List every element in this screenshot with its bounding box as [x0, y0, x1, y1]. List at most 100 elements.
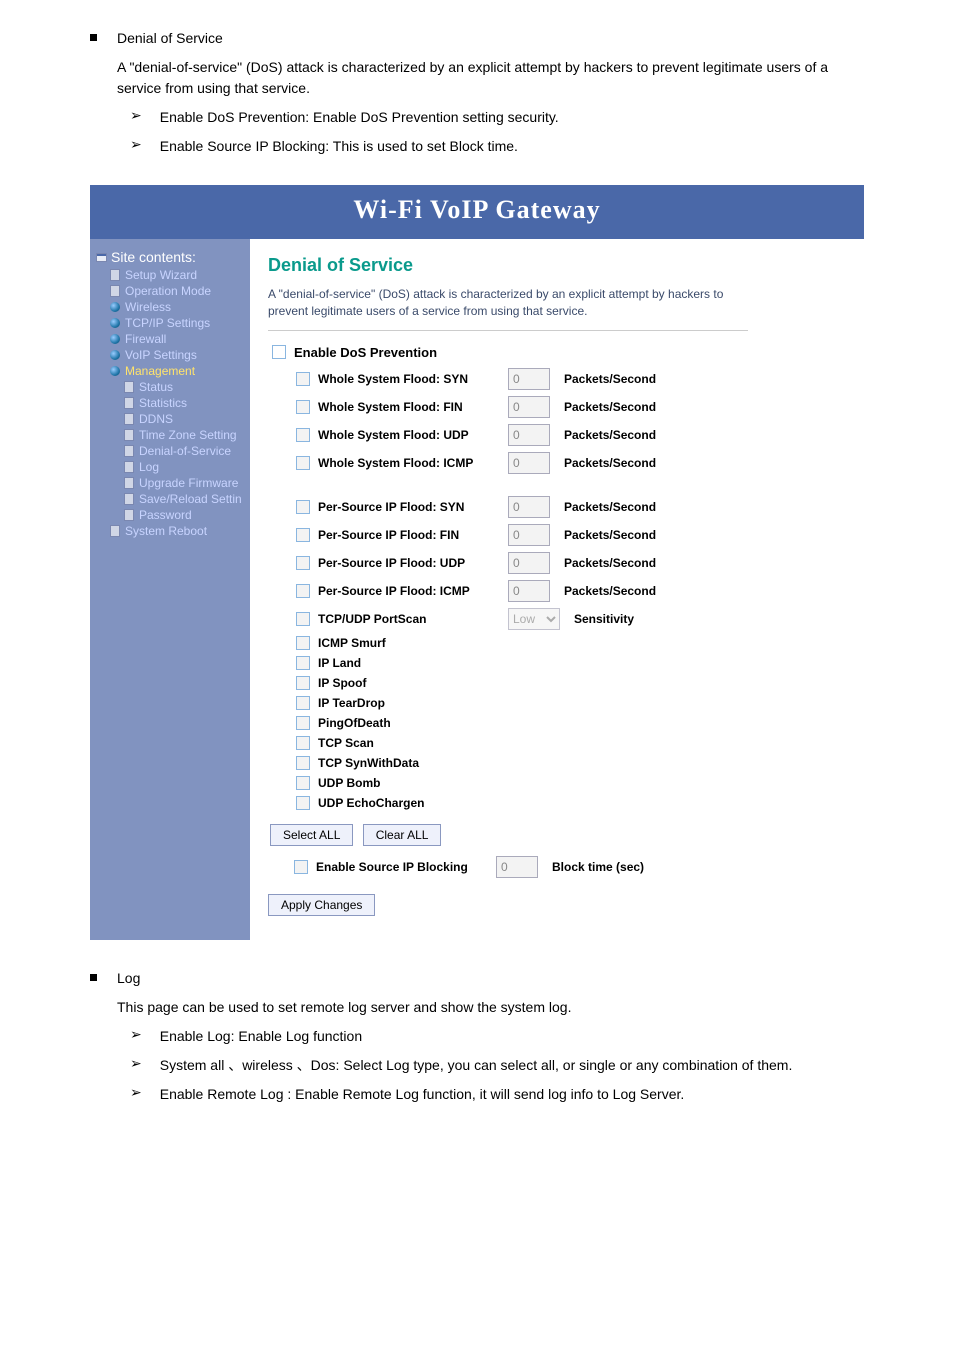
option-checkbox[interactable]	[296, 776, 310, 790]
sidebar-item-label: Password	[139, 508, 192, 522]
select-clear-row: Select ALL Clear ALL	[270, 824, 846, 846]
option-checkbox[interactable]	[296, 636, 310, 650]
option-label: TCP SynWithData	[318, 756, 419, 770]
file-icon	[124, 429, 134, 441]
sidebar-subitem[interactable]: Status	[96, 379, 246, 395]
apply-changes-button[interactable]: Apply Changes	[268, 894, 375, 916]
dos-option-row: Per-Source IP Flood: SYNPackets/Second	[292, 496, 846, 518]
option-input[interactable]	[508, 424, 550, 446]
option-checkbox[interactable]	[296, 716, 310, 730]
option-label: ICMP Smurf	[318, 636, 386, 650]
doc-bottom-arrow3: Enable Remote Log : Enable Remote Log fu…	[160, 1084, 685, 1105]
option-checkbox[interactable]	[296, 736, 310, 750]
sidebar-item[interactable]: Wireless	[96, 299, 246, 315]
file-icon	[124, 493, 134, 505]
option-input[interactable]	[508, 368, 550, 390]
option-checkbox[interactable]	[296, 456, 310, 470]
option-label: Per-Source IP Flood: SYN	[318, 500, 508, 514]
dos-option-row: Per-Source IP Flood: UDP Packets/Second	[292, 552, 846, 574]
sidebar-item-reboot[interactable]: System Reboot	[96, 523, 246, 539]
dos-option-row: Whole System Flood: UDPPackets/Second	[292, 424, 846, 446]
option-label: Whole System Flood: ICMP	[318, 456, 508, 470]
option-checkbox[interactable]	[296, 756, 310, 770]
portscan-checkbox[interactable]	[296, 612, 310, 626]
arrow-bullet-icon: ➢	[130, 136, 142, 153]
option-label: Whole System Flood: SYN	[318, 372, 508, 386]
arrow-bullet-icon: ➢	[130, 1084, 142, 1101]
enable-dos-label: Enable DoS Prevention	[294, 345, 437, 360]
sidebar-item[interactable]: Operation Mode	[96, 283, 246, 299]
sidebar-subitem[interactable]: Upgrade Firmware	[96, 475, 246, 491]
portscan-label: TCP/UDP PortScan	[318, 612, 508, 626]
dos-option-row: TCP SynWithData	[292, 756, 846, 770]
option-input[interactable]	[508, 452, 550, 474]
option-checkbox[interactable]	[296, 796, 310, 810]
sidebar-item[interactable]: Firewall	[96, 331, 246, 347]
source-ip-block-label: Enable Source IP Blocking	[316, 860, 496, 874]
sidebar-item[interactable]: TCP/IP Settings	[96, 315, 246, 331]
source-ip-block-unit: Block time (sec)	[552, 860, 644, 874]
doc-bottom-title: Log	[117, 968, 140, 989]
dos-option-row: IP TearDrop	[292, 696, 846, 710]
select-all-button[interactable]: Select ALL	[270, 824, 353, 846]
option-unit: Packets/Second	[564, 372, 656, 386]
sidebar-subitem[interactable]: Time Zone Setting	[96, 427, 246, 443]
arrow-bullet-icon: ➢	[130, 1026, 142, 1043]
option-checkbox[interactable]	[296, 400, 310, 414]
dos-option-row: Whole System Flood: FINPackets/Second	[292, 396, 846, 418]
option-input[interactable]	[508, 396, 550, 418]
clear-all-button[interactable]: Clear ALL	[363, 824, 442, 846]
enable-dos-checkbox[interactable]	[272, 345, 286, 359]
option-checkbox[interactable]	[296, 500, 310, 514]
sidebar-subitem[interactable]: DDNS	[96, 411, 246, 427]
doc-top-arrow2: Enable Source IP Blocking: This is used …	[160, 136, 518, 157]
option-input[interactable]	[508, 496, 550, 518]
option-checkbox[interactable]	[296, 556, 310, 570]
source-ip-block-checkbox[interactable]	[294, 860, 308, 874]
source-ip-block-input[interactable]	[496, 856, 538, 878]
doc-bottom-arrow1: Enable Log: Enable Log function	[160, 1026, 362, 1047]
sidebar-subitem[interactable]: Password	[96, 507, 246, 523]
option-input[interactable]	[508, 580, 550, 602]
option-unit: Packets/Second	[564, 556, 656, 570]
option-label: IP Spoof	[318, 676, 366, 690]
sidebar-item[interactable]: Management	[96, 363, 246, 379]
sidebar-item-label: Management	[125, 364, 195, 378]
sidebar-title: Site contents:	[96, 249, 246, 265]
arrow-bullet-icon: ➢	[130, 1055, 142, 1072]
dos-option-row: Per-Source IP Flood: ICMPPackets/Second	[292, 580, 846, 602]
sidebar-item-label: VoIP Settings	[125, 348, 197, 362]
sidebar-subitem[interactable]: Save/Reload Settin	[96, 491, 246, 507]
sidebar-item-label: Statistics	[139, 396, 187, 410]
sidebar-subitem[interactable]: Log	[96, 459, 246, 475]
option-label: PingOfDeath	[318, 716, 391, 730]
option-checkbox[interactable]	[296, 528, 310, 542]
option-label: Per-Source IP Flood: ICMP	[318, 584, 508, 598]
option-input[interactable]	[508, 524, 550, 546]
option-checkbox[interactable]	[296, 584, 310, 598]
sidebar-subitem[interactable]: Denial-of-Service	[96, 443, 246, 459]
sidebar-item-label: Denial-of-Service	[139, 444, 231, 458]
option-checkbox[interactable]	[296, 656, 310, 670]
option-input[interactable]	[508, 552, 550, 574]
option-label: Per-Source IP Flood: UDP	[318, 556, 508, 570]
option-checkbox[interactable]	[296, 372, 310, 386]
file-icon	[110, 269, 120, 281]
source-ip-block-row: Enable Source IP Blocking Block time (se…	[294, 856, 846, 878]
content: Denial of Service A "denial-of-service" …	[250, 239, 864, 940]
sidebar-item[interactable]: VoIP Settings	[96, 347, 246, 363]
doc-top-arrow1: Enable DoS Prevention: Enable DoS Preven…	[160, 107, 559, 128]
option-checkbox[interactable]	[296, 696, 310, 710]
file-icon	[124, 461, 134, 473]
option-checkbox[interactable]	[296, 676, 310, 690]
sidebar-item[interactable]: Setup Wizard	[96, 267, 246, 283]
option-checkbox[interactable]	[296, 428, 310, 442]
portscan-row: TCP/UDP PortScan Low Sensitivity	[292, 608, 846, 630]
option-unit: Packets/Second	[564, 400, 656, 414]
sidebar-subitem[interactable]: Statistics	[96, 395, 246, 411]
sidebar-title-text: Site contents:	[111, 249, 196, 265]
dos-option-row: IP Spoof	[292, 676, 846, 690]
page-desc: A "denial-of-service" (DoS) attack is ch…	[268, 286, 748, 331]
globe-icon	[110, 302, 120, 312]
portscan-select[interactable]: Low	[508, 608, 560, 630]
